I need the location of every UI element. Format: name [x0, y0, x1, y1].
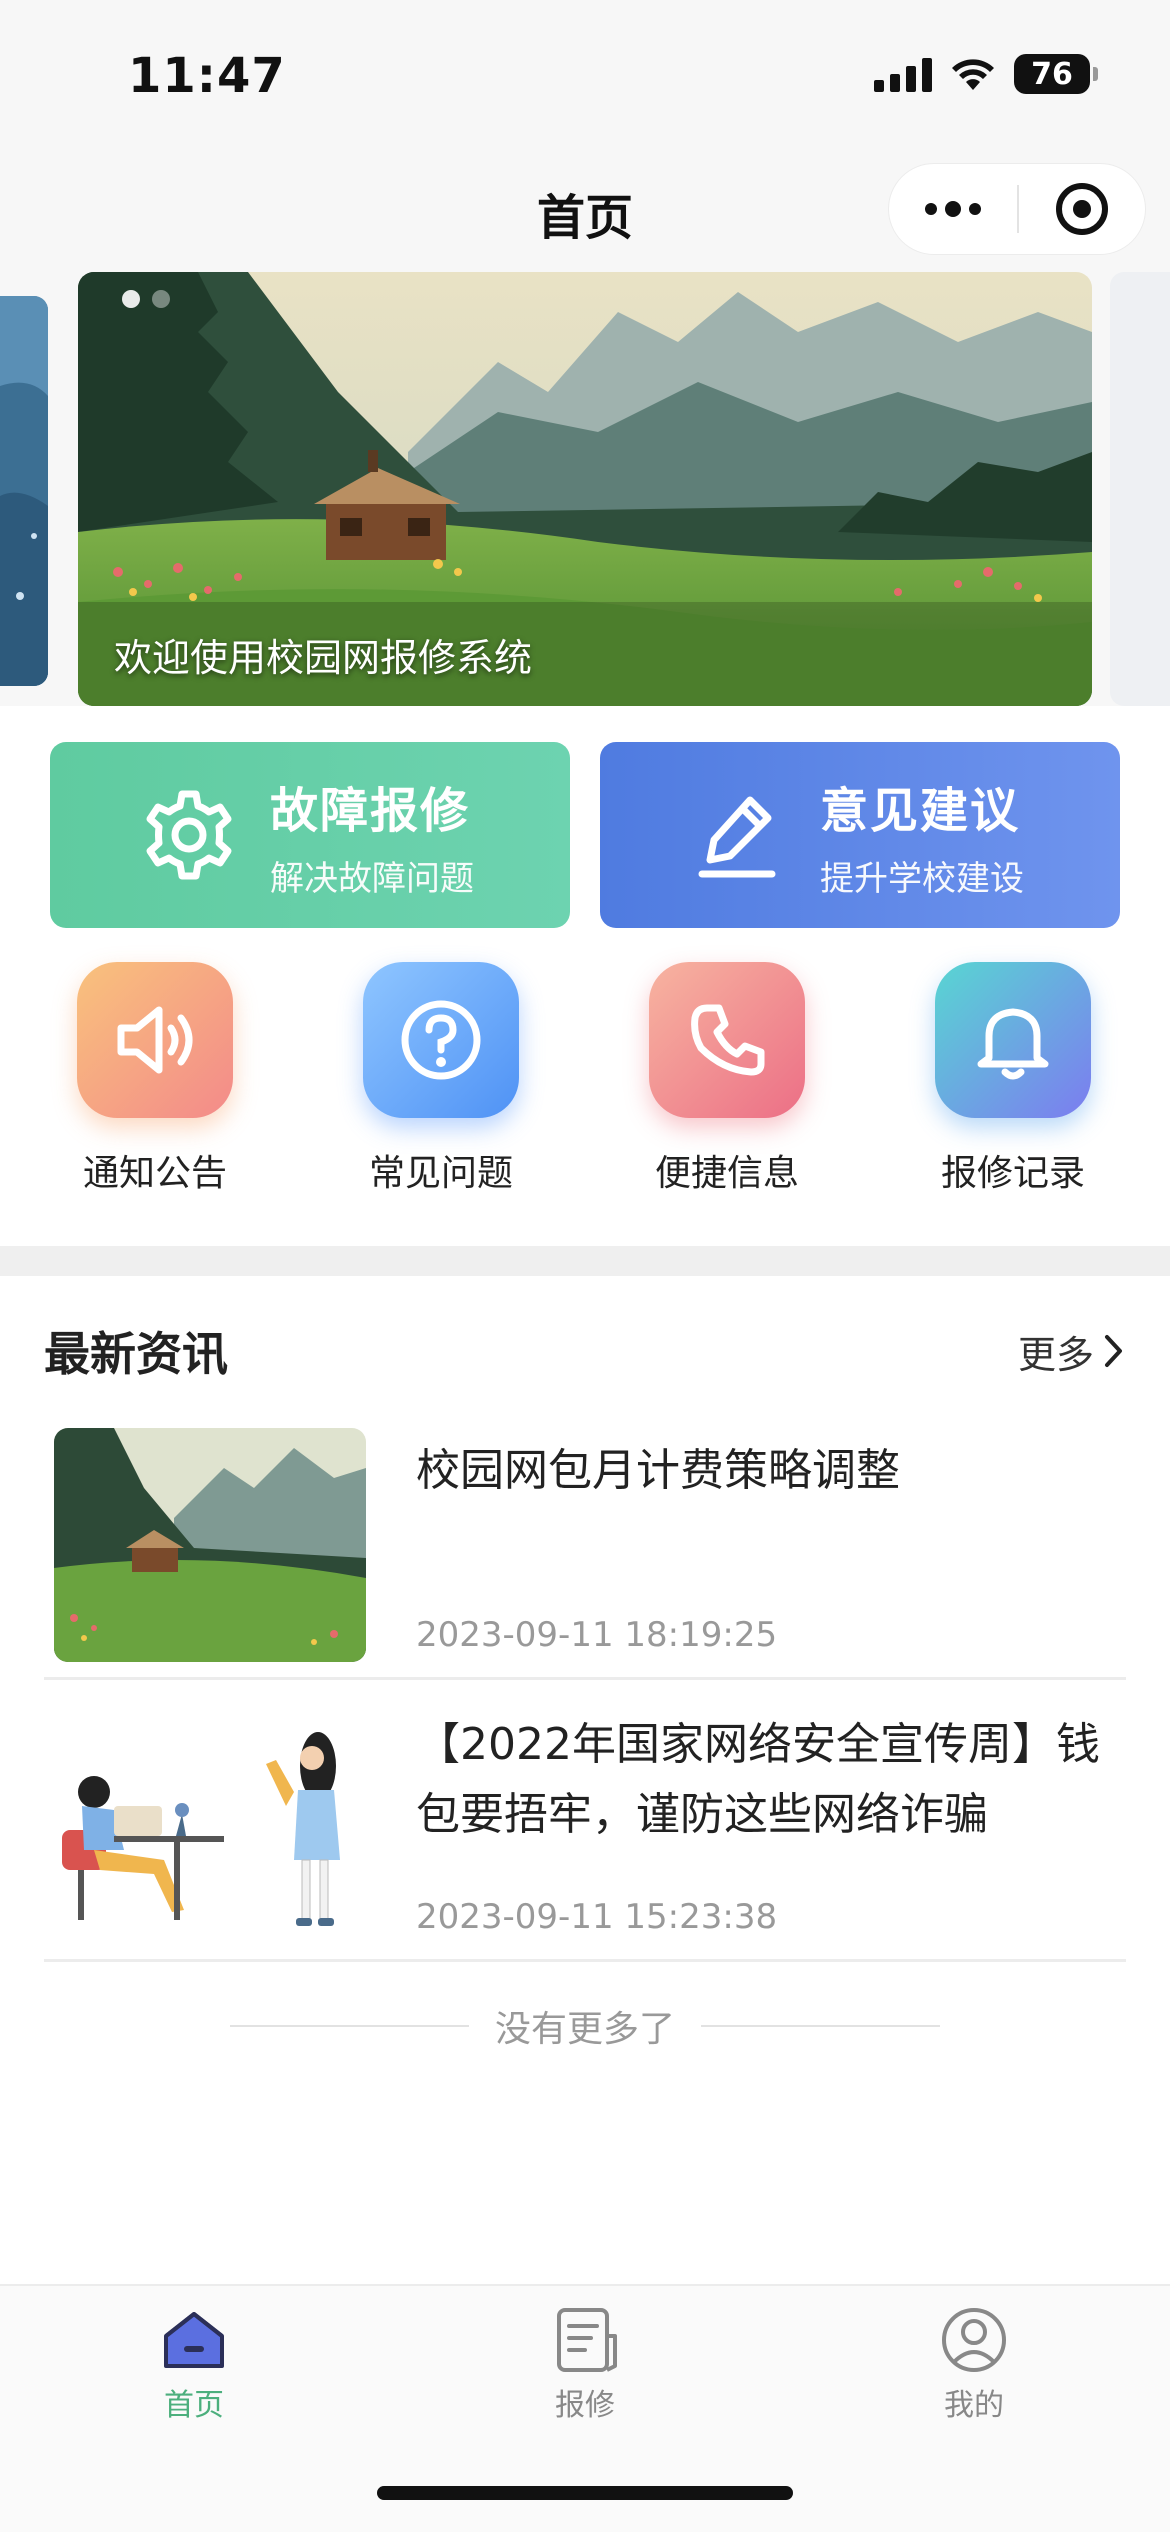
- fault-repair-title: 故障报修: [270, 782, 471, 839]
- end-of-list: 没有更多了: [230, 2000, 941, 2052]
- divider-line: [230, 2025, 469, 2027]
- tab-mine-label: 我的: [944, 2388, 1004, 2423]
- carousel-indicators: [122, 290, 170, 308]
- bell-icon: [935, 962, 1091, 1118]
- grid-item-faq[interactable]: 常见问题: [298, 962, 584, 1202]
- battery-level: 76: [1031, 56, 1073, 92]
- fault-repair-card[interactable]: 故障报修 解决故障问题: [50, 742, 570, 928]
- grid-item-notice[interactable]: 通知公告: [12, 962, 298, 1202]
- speaker-icon: [77, 962, 233, 1118]
- battery-icon: 76: [1014, 54, 1098, 94]
- news-item[interactable]: 【2022年国家网络安全宣传周】钱包要捂牢，谨防这些网络诈骗 2023-09-1…: [44, 1680, 1126, 1962]
- news-thumbnail: [54, 1428, 366, 1662]
- user-icon: [942, 2308, 1006, 2372]
- news-item-title: 【2022年国家网络安全宣传周】钱包要捂牢，谨防这些网络诈骗: [416, 1719, 1100, 1840]
- grid-item-records[interactable]: 报修记录: [870, 962, 1156, 1202]
- banner-caption: 欢迎使用校园网报修系统: [114, 636, 533, 680]
- home-icon: [164, 2312, 224, 2368]
- news-thumbnail: [54, 1710, 366, 1944]
- tab-repair[interactable]: 报修: [485, 2306, 685, 2424]
- question-icon: [363, 962, 519, 1118]
- tab-home[interactable]: 首页: [94, 2306, 294, 2424]
- banner-slide[interactable]: 欢迎使用校园网报修系统: [78, 272, 1092, 706]
- grid-label-records: 报修记录: [940, 1153, 1085, 1194]
- banner-next-slide[interactable]: [1110, 272, 1170, 706]
- status-time: 11:47: [128, 48, 286, 104]
- signal-icon: [874, 56, 932, 92]
- suggestion-text: 意见建议 提升学校建设: [820, 771, 1024, 900]
- tab-repair-label: 报修: [555, 2388, 615, 2423]
- grid-label-contact: 便捷信息: [654, 1153, 799, 1194]
- wifi-icon: [952, 59, 994, 90]
- carousel-dot[interactable]: [152, 290, 170, 308]
- banner-prev-slide[interactable]: [0, 296, 48, 686]
- news-item-title: 校园网包月计费策略调整: [416, 1445, 900, 1496]
- tab-mine[interactable]: 我的: [874, 2306, 1074, 2424]
- section-divider: [0, 1246, 1170, 1276]
- news-header: 最新资讯 更多: [44, 1318, 1126, 1384]
- mini-program-capsule: [888, 163, 1146, 255]
- phone-icon: [649, 962, 805, 1118]
- news-more-link[interactable]: 更多: [1018, 1324, 1126, 1379]
- feature-grid: 通知公告 常见问题 便捷信息 报修记录: [0, 962, 1170, 1202]
- document-icon: [557, 2308, 617, 2372]
- news-section-title: 最新资讯: [44, 1327, 228, 1381]
- grid-item-contact[interactable]: 便捷信息: [584, 962, 870, 1202]
- more-options-button[interactable]: [889, 164, 1017, 254]
- quick-actions: 故障报修 解决故障问题 意见建议 提升学校建设: [50, 742, 1120, 928]
- suggestion-title: 意见建议: [820, 782, 1021, 839]
- chevron-right-icon: [1105, 1335, 1122, 1367]
- news-item-date: 2023-09-11 15:23:38: [416, 1897, 778, 1937]
- status-icons: 76: [874, 54, 1098, 94]
- status-bar: 11:47 76: [0, 0, 1170, 150]
- no-more-text: 没有更多了: [495, 2009, 676, 2050]
- news-item-date: 2023-09-11 18:19:25: [416, 1615, 778, 1655]
- grid-label-faq: 常见问题: [368, 1153, 513, 1194]
- suggestion-subtitle: 提升学校建设: [820, 858, 1024, 899]
- pencil-icon: [692, 788, 786, 882]
- divider-line: [701, 2025, 941, 2027]
- fault-repair-subtitle: 解决故障问题: [270, 858, 474, 899]
- suggestion-card[interactable]: 意见建议 提升学校建设: [600, 742, 1120, 928]
- close-mini-program-button[interactable]: [1019, 164, 1145, 254]
- grid-label-notice: 通知公告: [82, 1153, 227, 1194]
- home-indicator[interactable]: [377, 2486, 793, 2500]
- target-icon: [1056, 183, 1108, 235]
- fault-repair-text: 故障报修 解决故障问题: [270, 771, 474, 900]
- carousel-dot-active[interactable]: [122, 290, 140, 308]
- nav-bar: 首页: [0, 150, 1170, 270]
- tab-home-label: 首页: [164, 2388, 224, 2423]
- news-more-label: 更多: [1017, 1332, 1094, 1377]
- news-item[interactable]: 校园网包月计费策略调整 2023-09-11 18:19:25: [44, 1398, 1126, 1680]
- gear-icon: [142, 788, 236, 882]
- banner-carousel[interactable]: 欢迎使用校园网报修系统: [0, 270, 1170, 706]
